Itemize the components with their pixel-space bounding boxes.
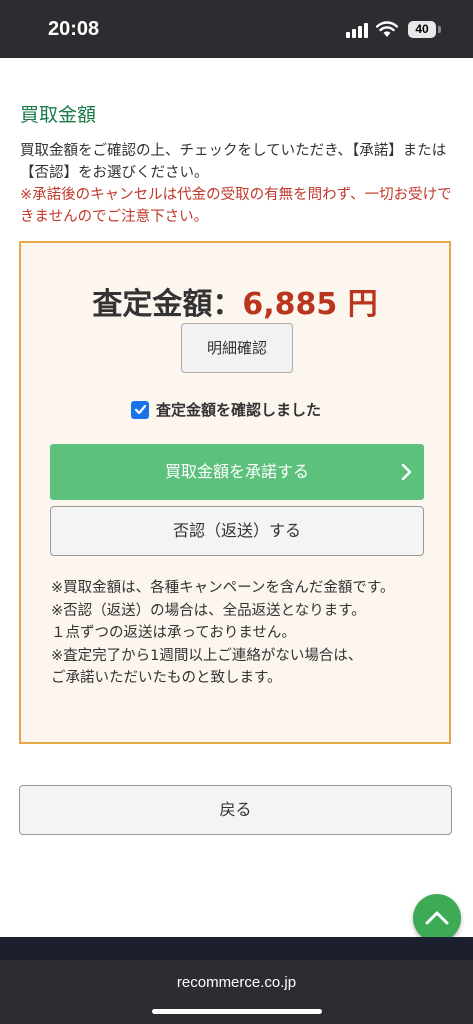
intro-warning: ※承諾後のキャンセルは代金の受取の有無を問わず、一切お受けできませんのでご注意下… xyxy=(20,187,452,225)
assessment-amount-row: 査定金額：6,885 円 xyxy=(21,279,449,323)
confirm-checkbox-row[interactable]: 査定金額を確認しました xyxy=(131,399,321,420)
chevron-right-icon xyxy=(400,444,412,500)
assessment-panel: 査定金額：6,885 円 明細確認 査定金額を確認しました 買取金額を承諾する … xyxy=(19,241,451,744)
checkbox-icon[interactable] xyxy=(131,400,149,419)
back-button[interactable]: 戻る xyxy=(19,785,452,835)
note-line: ※査定完了から1週間以上ご連絡がない場合は、 xyxy=(51,647,363,664)
accept-button[interactable]: 買取金額を承諾する xyxy=(50,444,424,500)
intro-text: 買取金額をご確認の上、チェックをしていただき、【承諾】または【否認】をお選びくだ… xyxy=(20,140,452,228)
notes: ※買取金額は、各種キャンペーンを含んだ金額です。 ※否認（返送）の場合は、全品返… xyxy=(51,577,431,690)
status-bar: 20:08 40 xyxy=(0,0,473,58)
footer-strip xyxy=(0,937,473,960)
signal-icon xyxy=(346,22,368,38)
section-title: 買取金額 xyxy=(20,104,97,126)
chevron-up-icon xyxy=(425,911,449,925)
battery-icon: 40 xyxy=(408,21,436,38)
battery-cap xyxy=(438,26,441,33)
accept-button-label: 買取金額を承諾する xyxy=(164,462,309,481)
checkmark-icon xyxy=(134,404,146,415)
note-line: ※否認（返送）の場合は、全品返送となります。 xyxy=(51,602,366,619)
browser-address-bar: recommerce.co.jp xyxy=(0,960,473,1024)
url-text[interactable]: recommerce.co.jp xyxy=(0,974,473,991)
scroll-to-top-button[interactable] xyxy=(413,894,461,942)
note-line: １点ずつの返送は承っておりません。 xyxy=(51,625,296,641)
detail-button[interactable]: 明細確認 xyxy=(181,323,293,373)
home-indicator[interactable] xyxy=(152,1009,322,1014)
note-line: ご承諾いただいたものと致します。 xyxy=(51,670,282,686)
intro-instruction: 買取金額をご確認の上、チェックをしていただき、【承諾】または【否認】をお選びくだ… xyxy=(20,143,447,181)
reject-button[interactable]: 否認（返送）する xyxy=(50,506,424,556)
assessment-label: 査定金額： xyxy=(92,287,243,322)
status-time: 20:08 xyxy=(48,18,100,40)
note-line: ※買取金額は、各種キャンペーンを含んだ金額です。 xyxy=(51,580,395,596)
checkbox-label: 査定金額を確認しました xyxy=(156,401,322,419)
wifi-icon xyxy=(376,21,398,37)
assessment-amount: 6,885 円 xyxy=(242,287,378,322)
